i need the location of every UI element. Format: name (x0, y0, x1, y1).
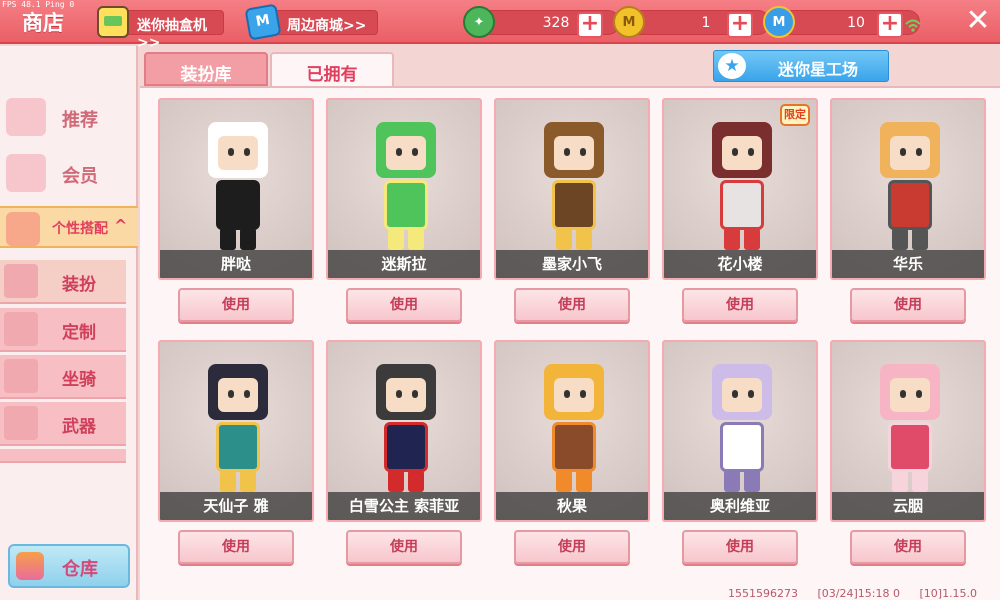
character-figure (366, 122, 446, 252)
tab-owned[interactable]: 已拥有 (270, 52, 394, 88)
top-bar: FPS 48.1 Ping 0 商店 迷你抽盒机>> M 周边商城>> ✦ 32… (0, 0, 1000, 51)
outfit-name: 秋果 (496, 492, 648, 520)
star-icon: ★ (718, 53, 746, 79)
gacha-machine-label: 迷你抽盒机>> (137, 18, 207, 51)
tab-outfit-library[interactable]: 装扮库 (144, 52, 268, 86)
outfit-card[interactable]: 华乐 (830, 98, 986, 280)
blue-coin-icon: M (763, 6, 795, 38)
warehouse-icon (16, 552, 44, 580)
user-id: 1551596273 (728, 587, 798, 600)
gold-coin-icon: M (613, 6, 645, 38)
pencil-icon (4, 312, 38, 346)
outfit-name: 云胭 (832, 492, 984, 520)
star-workshop-label: 迷你星工场 (778, 60, 859, 79)
sidebar-item-personal-style[interactable]: 个性搭配 ^ (0, 206, 138, 248)
outfit-card[interactable]: 胖哒 (158, 98, 314, 280)
sidebar-item-label: 会员 (62, 166, 98, 187)
use-button[interactable]: 使用 (850, 288, 966, 322)
category-sidebar: 推荐 会员 个性搭配 ^ 装扮 定制 坐骑 武器 仓库 (0, 46, 138, 600)
server-time: [03/24]15:18 0 (817, 587, 900, 600)
outfit-name: 迷斯拉 (328, 250, 480, 278)
wifi-signal-icon (905, 19, 921, 32)
use-button[interactable]: 使用 (178, 530, 294, 564)
add-gold-coin-button[interactable]: + (727, 12, 753, 38)
outfit-name: 白雪公主 索菲亚 (328, 492, 480, 520)
outfit-name: 奥利维亚 (664, 492, 816, 520)
character-figure (702, 122, 782, 252)
green-gem-icon: ✦ (463, 6, 495, 38)
use-button[interactable]: 使用 (682, 288, 798, 322)
warehouse-button[interactable]: 仓库 (8, 544, 130, 588)
outfit-card[interactable]: 迷斯拉 (326, 98, 482, 280)
outfit-card[interactable]: 白雪公主 索菲亚 (326, 340, 482, 522)
use-button[interactable]: 使用 (514, 530, 630, 564)
outfit-name: 胖哒 (160, 250, 312, 278)
outfit-icon (4, 264, 38, 298)
sidebar-item-label: 推荐 (62, 110, 98, 131)
member-card-icon (6, 154, 46, 192)
gacha-machine-link[interactable]: 迷你抽盒机>> (97, 6, 224, 51)
character-figure (534, 122, 614, 252)
sidebar-item-label: 个性搭配 (52, 221, 108, 237)
outfit-card[interactable]: 墨家小飞 (494, 98, 650, 280)
outfit-card[interactable]: 秋果 (494, 340, 650, 522)
sidebar-item-recommend[interactable]: 推荐 (0, 90, 138, 146)
use-button[interactable]: 使用 (514, 288, 630, 322)
use-button[interactable]: 使用 (178, 288, 294, 322)
gun-icon (4, 406, 38, 440)
page-title: 商店 (22, 11, 64, 35)
outfit-card[interactable]: 奥利维亚 (662, 340, 818, 522)
merch-mall-link[interactable]: M 周边商城>> (244, 3, 378, 41)
merch-mall-icon: M (244, 3, 282, 41)
gacha-machine-icon (97, 6, 129, 38)
star-workshop-button[interactable]: ★ 迷你星工场 (713, 50, 889, 82)
character-figure (198, 364, 278, 494)
outfit-name: 墨家小飞 (496, 250, 648, 278)
limited-badge: 限定 (780, 104, 810, 126)
character-figure (702, 364, 782, 494)
merch-mall-label: 周边商城>> (287, 18, 367, 34)
sidebar-subitem-more[interactable] (0, 449, 126, 463)
character-figure (366, 364, 446, 494)
add-green-gem-button[interactable]: + (577, 12, 603, 38)
use-button[interactable]: 使用 (682, 530, 798, 564)
use-button[interactable]: 使用 (346, 530, 462, 564)
sidebar-subitem-label: 定制 (62, 323, 96, 343)
character-figure (534, 364, 614, 494)
character-figure (198, 122, 278, 252)
sidebar-subitem-label: 武器 (62, 417, 96, 437)
version: [10]1.15.0 (919, 587, 978, 600)
outfit-card[interactable]: 云胭 (830, 340, 986, 522)
chevron-up-icon: ^ (114, 216, 128, 235)
sidebar-subitem-custom[interactable]: 定制 (0, 308, 126, 352)
mount-icon (4, 359, 38, 393)
outfit-card[interactable]: 天仙子 雅 (158, 340, 314, 522)
footer-info: 1551596273 [03/24]15:18 0 [10]1.15.0 (728, 587, 993, 600)
character-figure (870, 364, 950, 494)
character-figure (870, 122, 950, 252)
warehouse-label: 仓库 (62, 559, 98, 580)
sidebar-subitem-label: 坐骑 (62, 370, 96, 390)
sidebar-subitem-weapon[interactable]: 武器 (0, 402, 126, 446)
sidebar-subitem-outfit[interactable]: 装扮 (0, 260, 126, 304)
sidebar-subitem-mount[interactable]: 坐骑 (0, 355, 126, 399)
outfit-name: 天仙子 雅 (160, 492, 312, 520)
owned-outfits-grid: 胖哒 使用 迷斯拉 使用 墨家小飞 使用 限定 花小楼 使用 华乐 使用 天仙子 雅使用 白雪公主 索菲… (140, 86, 1000, 600)
add-blue-coin-button[interactable]: + (877, 12, 903, 38)
outfit-name: 花小楼 (664, 250, 816, 278)
use-button[interactable]: 使用 (850, 530, 966, 564)
sidebar-item-member[interactable]: 会员 (0, 146, 138, 202)
sidebar-subitem-label: 装扮 (62, 275, 96, 295)
outfit-name: 华乐 (832, 250, 984, 278)
outfit-card[interactable]: 限定花小楼 (662, 98, 818, 280)
thumbs-up-icon (6, 98, 46, 136)
close-button[interactable]: ✕ (962, 6, 994, 38)
use-button[interactable]: 使用 (346, 288, 462, 322)
style-icon (6, 212, 40, 246)
